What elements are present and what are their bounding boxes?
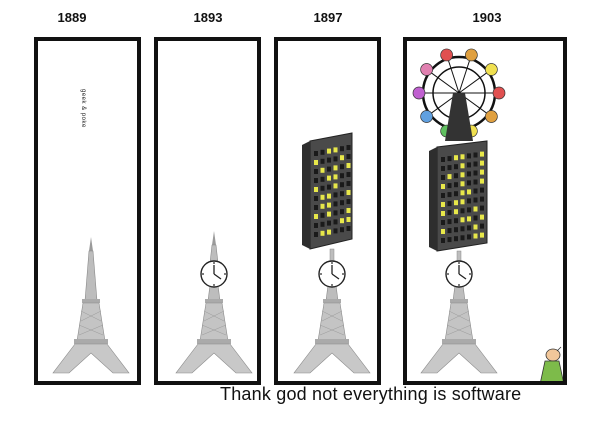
panel-1893 xyxy=(154,37,261,385)
eiffel-tower-illustration xyxy=(52,237,130,374)
panel-1889: geek & poke xyxy=(34,37,141,385)
panel-1897 xyxy=(274,37,381,385)
eiffel-tower-with-clock-and-building-illustration xyxy=(293,132,371,374)
clock-icon xyxy=(445,260,473,288)
office-building-icon xyxy=(429,140,488,252)
eiffel-tower-with-clock-illustration xyxy=(175,231,253,374)
panel-1903 xyxy=(403,37,567,385)
office-building-icon xyxy=(302,132,353,250)
year-label-1889: 1889 xyxy=(57,10,87,25)
caption-text: Thank god not everything is software xyxy=(220,384,522,404)
eiffel-tower-with-clock-building-ferris-wheel-illustration xyxy=(412,48,563,381)
cartoon-man-icon xyxy=(540,346,563,381)
ferris-wheel-icon xyxy=(412,48,506,141)
year-label-1893: 1893 xyxy=(193,10,223,25)
clock-icon xyxy=(200,260,228,288)
year-label-1903: 1903 xyxy=(472,10,502,25)
year-label-1897: 1897 xyxy=(313,10,343,25)
clock-icon xyxy=(318,260,346,288)
